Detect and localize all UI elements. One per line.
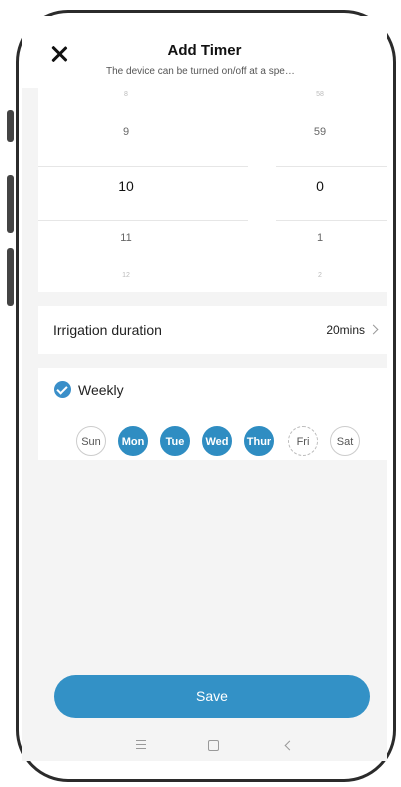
day-toggle-mon[interactable]: Mon — [118, 426, 148, 456]
chevron-right-icon — [368, 324, 379, 335]
phone-side-button-3 — [7, 248, 14, 306]
picker-divider — [276, 166, 387, 167]
day-toggle-tue[interactable]: Tue — [160, 426, 190, 456]
weekly-checkbox[interactable] — [54, 381, 71, 398]
time-picker[interactable]: 8 9 10 11 12 58 59 0 1 2 — [38, 88, 387, 292]
day-toggle-sun[interactable]: Sun — [76, 426, 106, 456]
irrigation-duration-label: Irrigation duration — [53, 322, 162, 338]
day-toggle-wed[interactable]: Wed — [202, 426, 232, 456]
save-button[interactable]: Save — [54, 675, 370, 718]
header: Add Timer The device can be turned on/of… — [22, 16, 387, 88]
home-icon[interactable] — [208, 740, 219, 751]
picker-divider — [276, 220, 387, 221]
picker-divider — [38, 220, 248, 221]
minute-option: 1 — [316, 232, 324, 244]
picker-divider — [38, 166, 248, 167]
system-nav-bar — [22, 730, 387, 761]
hour-option: 12 — [122, 272, 130, 279]
hour-selected: 10 — [118, 178, 134, 194]
weekly-label: Weekly — [78, 382, 124, 398]
weekly-section: Weekly Sun Mon Tue Wed Thur Fri Sat — [38, 368, 387, 460]
minute-option: 2 — [318, 272, 322, 279]
minute-selected: 0 — [316, 178, 324, 194]
app-screen: Add Timer The device can be turned on/of… — [22, 16, 387, 761]
hour-option: 8 — [124, 91, 128, 98]
page-title: Add Timer — [167, 42, 242, 59]
day-toggle-thur[interactable]: Thur — [244, 426, 274, 456]
hour-option: 11 — [120, 232, 132, 244]
page-subtitle: The device can be turned on/off at a spe… — [106, 66, 295, 77]
minute-option: 59 — [313, 126, 327, 138]
irrigation-duration-row[interactable]: Irrigation duration 20mins — [38, 306, 387, 354]
hour-option: 9 — [122, 126, 130, 138]
back-icon[interactable] — [284, 740, 295, 751]
phone-side-button-2 — [7, 175, 14, 233]
irrigation-duration-value: 20mins — [326, 323, 365, 337]
menu-icon[interactable] — [136, 740, 146, 749]
day-toggle-sat[interactable]: Sat — [330, 426, 360, 456]
phone-side-button-1 — [7, 110, 14, 142]
day-selector: Sun Mon Tue Wed Thur Fri Sat — [76, 426, 376, 460]
day-toggle-fri[interactable]: Fri — [288, 426, 318, 456]
minute-option: 58 — [316, 91, 324, 98]
